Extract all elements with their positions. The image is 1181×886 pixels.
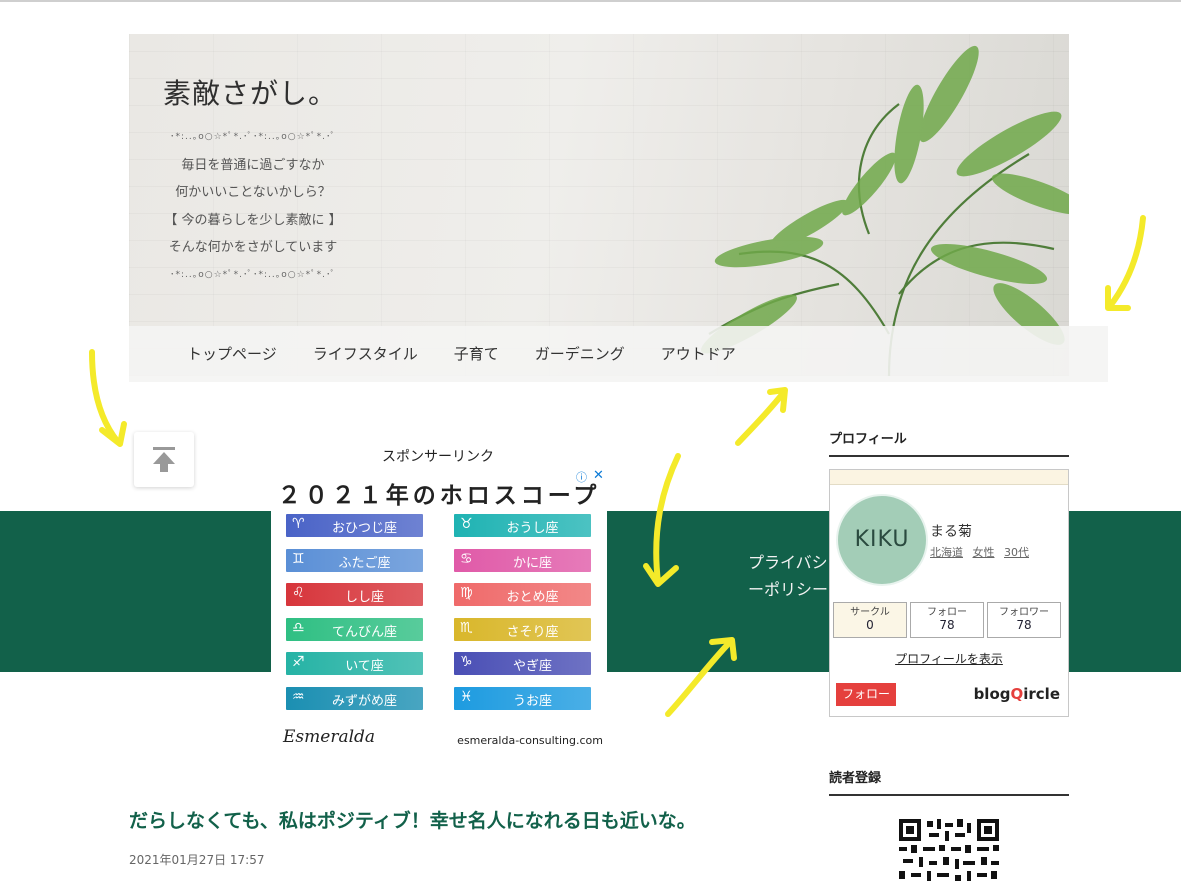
zodiac-button[interactable]: ♌ しし座 xyxy=(286,583,423,606)
ad-title: ２０２１年のホロスコープ xyxy=(277,483,601,509)
stat-label: フォロー xyxy=(927,607,967,618)
zodiac-symbol-icon: ♐ xyxy=(292,654,305,670)
zodiac-symbol-icon: ♑ xyxy=(460,654,473,670)
zodiac-button[interactable]: ♏ さそり座 xyxy=(454,617,591,641)
profile-meta-age[interactable]: 30代 xyxy=(1004,546,1029,559)
stat-value: 78 xyxy=(1016,618,1032,632)
horoscope-ad[interactable]: ２０２１年のホロスコープ ⓘ ✕ ♈ おひつじ座 ♊ ふたご座 ♌ しし座 ♎ てんびん座 ♐ い… xyxy=(271,466,607,756)
follow-button[interactable]: フォロー xyxy=(836,683,896,706)
profile-heading: プロフィール xyxy=(829,428,1069,457)
zodiac-name: おとめ座 xyxy=(506,590,559,605)
zodiac-symbol-icon: ♉ xyxy=(460,516,473,532)
top-border xyxy=(0,0,1181,2)
zodiac-button[interactable]: ♓ うお座 xyxy=(454,686,591,710)
annotation-arrow xyxy=(99,421,127,447)
zodiac-name: うお座 xyxy=(512,693,552,709)
view-profile-link[interactable]: プロフィールを表示 xyxy=(830,650,1068,667)
zodiac-button[interactable]: ♋ かに座 xyxy=(454,548,591,572)
zodiac-name: ふたご座 xyxy=(338,555,391,571)
tagline-line: 【 今の暮らしを少し素敵に 】 xyxy=(164,212,342,228)
blogcircle-logo[interactable]: blogQircle xyxy=(974,685,1060,703)
privacy-policy-link[interactable]: プライバシーポリシー xyxy=(748,549,828,603)
reader-signup-heading: 読者登録 xyxy=(829,767,1069,796)
ad-url: esmeralda-consulting.com xyxy=(457,734,603,747)
stat-label: フォロワー xyxy=(999,607,1049,618)
zodiac-button[interactable]: ♍ おとめ座 xyxy=(454,583,591,606)
profile-name[interactable]: まる菊 xyxy=(930,521,972,541)
stat-follow[interactable]: フォロー 78 xyxy=(910,602,984,638)
site-title[interactable]: 素敵さがし。 xyxy=(163,72,337,112)
annotation-arrow xyxy=(1105,285,1131,311)
zodiac-button[interactable]: ♑ やぎ座 xyxy=(454,652,591,675)
nav-item-parenting[interactable]: 子育て xyxy=(454,343,499,364)
zodiac-name: おうし座 xyxy=(506,521,559,536)
site-tagline: ･*:..｡o○☆*ﾟ*.･ﾟ･*:..｡o○☆*ﾟ*.･ﾟ 毎日を普通に過ごす… xyxy=(153,124,353,289)
qr-code-icon[interactable] xyxy=(899,819,999,886)
profile-widget: KIKU まる菊 北海道 女性 30代 サークル 0 フォロー 78 フォロワー… xyxy=(829,469,1069,717)
annotation-arrow xyxy=(1107,215,1146,309)
close-icon[interactable]: ✕ xyxy=(593,468,604,483)
zodiac-symbol-icon: ♈ xyxy=(292,516,305,532)
stat-value: 78 xyxy=(939,618,955,632)
back-to-top-button[interactable] xyxy=(134,432,194,487)
stat-value: 0 xyxy=(866,618,874,632)
arrow-up-to-line-icon xyxy=(153,447,175,472)
profile-meta-gender[interactable]: 女性 xyxy=(973,546,995,559)
zodiac-symbol-icon: ♒ xyxy=(292,688,305,705)
stat-follower[interactable]: フォロワー 78 xyxy=(987,602,1061,638)
zodiac-name: いて座 xyxy=(345,659,384,674)
annotation-arrow xyxy=(735,389,787,446)
zodiac-name: やぎ座 xyxy=(512,659,552,674)
zodiac-name: しし座 xyxy=(344,590,384,605)
zodiac-name: さそり座 xyxy=(506,624,559,640)
avatar[interactable]: KIKU xyxy=(836,494,928,586)
zodiac-button[interactable]: ♎ てんびん座 xyxy=(286,617,423,641)
stat-label: サークル xyxy=(850,607,890,618)
zodiac-button[interactable]: ♈ おひつじ座 xyxy=(286,514,423,537)
nav-item-outdoor[interactable]: アウトドア xyxy=(661,343,736,364)
zodiac-symbol-icon: ♓ xyxy=(460,688,473,705)
zodiac-symbol-icon: ♌ xyxy=(292,585,305,601)
zodiac-button[interactable]: ♐ いて座 xyxy=(286,652,423,675)
nav-item-lifestyle[interactable]: ライフスタイル xyxy=(313,343,418,364)
info-icon[interactable]: ⓘ xyxy=(576,469,587,485)
avatar-text: KIKU xyxy=(854,527,910,552)
tagline-line: 何かいいことないかしら？ xyxy=(175,185,331,200)
site-header: 素敵さがし。 ･*:..｡o○☆*ﾟ*.･ﾟ･*:..｡o○☆*ﾟ*.･ﾟ 毎日… xyxy=(129,34,1069,376)
sponsor-label: スポンサーリンク xyxy=(382,449,494,465)
profile-stats: サークル 0 フォロー 78 フォロワー 78 xyxy=(833,602,1064,638)
zodiac-name: かに座 xyxy=(512,555,552,571)
ad-brand-logo: Esmeralda xyxy=(283,727,376,747)
zodiac-symbol-icon: ♊ xyxy=(292,550,305,567)
tagline-dots-top: ･*:..｡o○☆*ﾟ*.･ﾟ･*:..｡o○☆*ﾟ*.･ﾟ xyxy=(169,132,337,142)
zodiac-button[interactable]: ♉ おうし座 xyxy=(454,514,591,537)
nav-item-top[interactable]: トップページ xyxy=(187,343,277,364)
global-nav: トップページ ライフスタイル 子育て ガーデニング アウトドア xyxy=(129,326,1108,382)
zodiac-name: てんびん座 xyxy=(331,624,397,640)
zodiac-symbol-icon: ♎ xyxy=(292,619,305,636)
profile-meta-region[interactable]: 北海道 xyxy=(930,546,963,559)
post-title[interactable]: だらしなくても、私はポジティブ！幸せ名人になれる日も近いな。 xyxy=(129,806,696,833)
zodiac-name: みずがめ座 xyxy=(331,693,397,709)
annotation-arrow xyxy=(767,387,788,413)
zodiac-symbol-icon: ♋ xyxy=(460,550,473,567)
zodiac-button[interactable]: ♒ みずがめ座 xyxy=(286,686,423,710)
tagline-line: 毎日を普通に過ごすなか xyxy=(181,157,325,173)
tagline-dots-bottom: ･*:..｡o○☆*ﾟ*.･ﾟ･*:..｡o○☆*ﾟ*.･ﾟ xyxy=(169,269,337,280)
zodiac-symbol-icon: ♏ xyxy=(460,619,473,636)
zodiac-button[interactable]: ♊ ふたご座 xyxy=(286,548,423,572)
plant-image xyxy=(700,45,1069,376)
stat-circle[interactable]: サークル 0 xyxy=(833,602,907,638)
post-date: 2021年01月27日 17:57 xyxy=(129,853,265,867)
tagline-line: そんな何かをさがしています xyxy=(168,240,338,255)
profile-meta: 北海道 女性 30代 xyxy=(930,544,1035,560)
nav-item-gardening[interactable]: ガーデニング xyxy=(535,343,625,364)
annotation-arrow xyxy=(89,349,121,445)
zodiac-symbol-icon: ♍ xyxy=(460,585,473,601)
zodiac-name: おひつじ座 xyxy=(331,521,397,536)
